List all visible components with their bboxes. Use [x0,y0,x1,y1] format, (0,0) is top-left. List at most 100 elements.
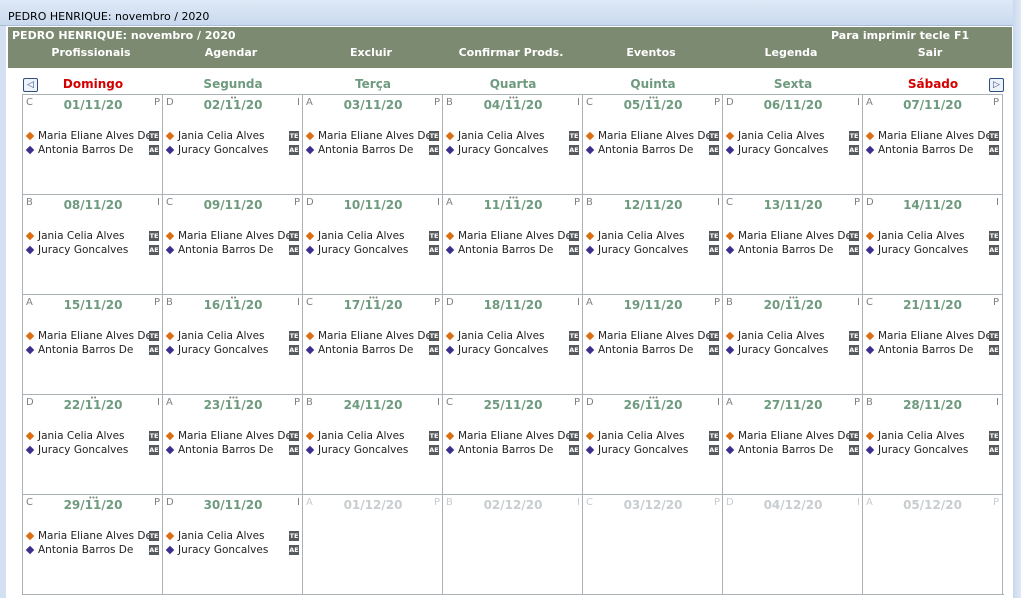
day-cell[interactable]: D I 04/12/20 [722,494,863,595]
day-date[interactable]: 14/11/20 [863,198,1002,212]
day-date[interactable]: 21/11/20 [863,298,1002,312]
appointment-entry[interactable]: Juracy Goncalves AE [165,544,301,558]
appointment-entry[interactable]: Maria Eliane Alves De TE [25,530,161,544]
appointment-entry[interactable]: Jania Celia Alves TE [865,430,1001,444]
day-cell[interactable]: A P ••• 23/11/20 Maria Eliane Alves De TE Anto… [162,394,303,495]
day-cell[interactable]: B I 08/11/20 Jania Celia Alves TE Juracy Gonc… [22,194,163,295]
appointment-entry[interactable]: Antonia Barros De AE [165,444,301,458]
appointment-entry[interactable]: Antonia Barros De AE [25,344,161,358]
appointment-entry[interactable]: Jania Celia Alves TE [165,530,301,544]
day-cell[interactable]: C P 21/11/20 Maria Eliane Alves De TE Antonia… [862,294,1003,395]
appointment-entry[interactable]: Jania Celia Alves TE [585,430,721,444]
menu-excluir[interactable]: Excluir [350,46,392,59]
entry-badge[interactable]: AE [429,145,439,155]
day-date[interactable]: 05/12/20 [863,498,1002,512]
day-date[interactable]: 06/11/20 [723,98,863,112]
appointment-entry[interactable]: Maria Eliane Alves De TE [305,330,441,344]
entry-badge[interactable]: AE [569,445,579,455]
entry-badge[interactable]: AE [569,345,579,355]
entry-badge[interactable]: AE [289,545,299,555]
day-cell[interactable]: D I •• 22/11/20 Jania Celia Alves TE Juracy Go… [22,394,163,495]
entry-badge[interactable]: AE [569,145,579,155]
day-date[interactable]: 23/11/20 [163,398,303,412]
entry-badge[interactable]: TE [849,331,859,341]
day-cell[interactable]: C P 13/11/20 Maria Eliane Alves De TE Antonia… [722,194,863,295]
day-date[interactable]: 20/11/20 [723,298,863,312]
entry-badge[interactable]: TE [429,231,439,241]
appointment-entry[interactable]: Maria Eliane Alves De TE [305,130,441,144]
entry-badge[interactable]: AE [849,345,859,355]
appointment-entry[interactable]: Maria Eliane Alves De TE [865,130,1001,144]
appointment-entry[interactable]: Juracy Goncalves AE [725,344,861,358]
appointment-entry[interactable]: Maria Eliane Alves De TE [165,230,301,244]
entry-badge[interactable]: TE [429,331,439,341]
entry-badge[interactable]: AE [989,245,999,255]
day-cell[interactable]: D I ••• 26/11/20 Jania Celia Alves TE Juracy G… [582,394,723,495]
appointment-entry[interactable]: Antonia Barros De AE [585,144,721,158]
entry-badge[interactable]: TE [989,131,999,141]
entry-badge[interactable]: TE [289,331,299,341]
day-date[interactable]: 26/11/20 [583,398,723,412]
day-cell[interactable]: D I 14/11/20 Jania Celia Alves TE Juracy Gonc… [862,194,1003,295]
appointment-entry[interactable]: Jania Celia Alves TE [305,430,441,444]
day-cell[interactable]: C P 09/11/20 Maria Eliane Alves De TE Antonia… [162,194,303,295]
appointment-entry[interactable]: Jania Celia Alves TE [585,230,721,244]
entry-badge[interactable]: AE [989,145,999,155]
appointment-entry[interactable]: Maria Eliane Alves De TE [725,430,861,444]
entry-badge[interactable]: TE [709,231,719,241]
appointment-entry[interactable]: Jania Celia Alves TE [725,330,861,344]
day-cell[interactable]: C P 25/11/20 Maria Eliane Alves De TE Antonia… [442,394,583,495]
day-date[interactable]: 05/11/20 [583,98,723,112]
appointment-entry[interactable]: Maria Eliane Alves De TE [585,330,721,344]
day-cell[interactable]: C P ••• 05/11/20 Maria Eliane Alves De TE Anto… [582,94,723,195]
entry-badge[interactable]: TE [849,431,859,441]
day-cell[interactable]: B I 28/11/20 Jania Celia Alves TE Juracy Gonc… [862,394,1003,495]
appointment-entry[interactable]: Antonia Barros De AE [25,144,161,158]
entry-badge[interactable]: AE [989,445,999,455]
appointment-entry[interactable]: Jania Celia Alves TE [165,130,301,144]
entry-badge[interactable]: TE [429,431,439,441]
appointment-entry[interactable]: Juracy Goncalves AE [445,144,581,158]
entry-badge[interactable]: AE [849,245,859,255]
appointment-entry[interactable]: Antonia Barros De AE [165,244,301,258]
entry-badge[interactable]: AE [849,445,859,455]
entry-badge[interactable]: AE [569,245,579,255]
appointment-entry[interactable]: Maria Eliane Alves De TE [725,230,861,244]
menu-eventos[interactable]: Eventos [626,46,675,59]
appointment-entry[interactable]: Antonia Barros De AE [25,544,161,558]
appointment-entry[interactable]: Antonia Barros De AE [865,144,1001,158]
day-date[interactable]: 12/11/20 [583,198,723,212]
day-cell[interactable]: A P 01/12/20 [302,494,443,595]
day-cell[interactable]: D I 18/11/20 Jania Celia Alves TE Juracy Gonc… [442,294,583,395]
entry-badge[interactable]: TE [149,531,159,541]
day-cell[interactable]: B I 12/11/20 Jania Celia Alves TE Juracy Gonc… [582,194,723,295]
day-cell[interactable]: A P 27/11/20 Maria Eliane Alves De TE Antonia… [722,394,863,495]
entry-badge[interactable]: TE [429,131,439,141]
entry-badge[interactable]: TE [569,431,579,441]
menu-profissionais[interactable]: Profissionais [51,46,130,59]
menu-confirmar-prods[interactable]: Confirmar Prods. [459,46,564,59]
entry-badge[interactable]: AE [709,245,719,255]
entry-badge[interactable]: AE [709,145,719,155]
day-date[interactable]: 03/11/20 [303,98,443,112]
entry-badge[interactable]: AE [289,445,299,455]
entry-badge[interactable]: TE [709,431,719,441]
entry-badge[interactable]: TE [709,331,719,341]
appointment-entry[interactable]: Juracy Goncalves AE [305,444,441,458]
entry-badge[interactable]: TE [989,331,999,341]
day-cell[interactable]: B I ••• 04/11/20 Jania Celia Alves TE Juracy G… [442,94,583,195]
appointment-entry[interactable]: Maria Eliane Alves De TE [445,430,581,444]
day-cell[interactable]: B I 02/12/20 [442,494,583,595]
appointment-entry[interactable]: Jania Celia Alves TE [725,130,861,144]
day-date[interactable]: 04/12/20 [723,498,863,512]
appointment-entry[interactable]: Jania Celia Alves TE [445,130,581,144]
appointment-entry[interactable]: Juracy Goncalves AE [585,244,721,258]
appointment-entry[interactable]: Antonia Barros De AE [305,344,441,358]
appointment-entry[interactable]: Juracy Goncalves AE [445,344,581,358]
day-date[interactable]: 29/11/20 [23,498,163,512]
day-date[interactable]: 01/12/20 [303,498,443,512]
menu-sair[interactable]: Sair [918,46,943,59]
entry-badge[interactable]: AE [709,445,719,455]
appointment-entry[interactable]: Juracy Goncalves AE [305,244,441,258]
appointment-entry[interactable]: Juracy Goncalves AE [25,444,161,458]
